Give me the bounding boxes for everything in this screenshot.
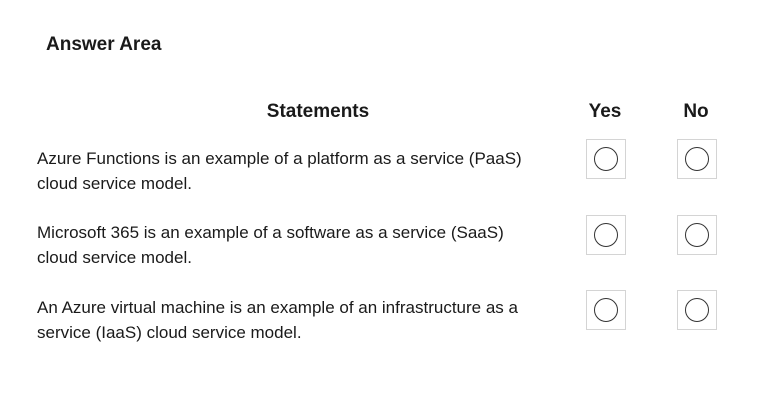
yes-column-header: Yes (588, 101, 622, 122)
statement-3-yes-option[interactable] (586, 290, 626, 330)
no-column-header: No (683, 101, 709, 122)
statement-3-no-option[interactable] (677, 290, 717, 330)
statement-2-no-option[interactable] (677, 215, 717, 255)
statement-1-line-1: Azure Functions is an example of a platf… (37, 149, 522, 168)
statement-1: Azure Functions is an example of a platf… (37, 146, 582, 196)
radio-button-icon (594, 147, 618, 171)
radio-button-icon (685, 298, 709, 322)
statement-1-yes-option[interactable] (586, 139, 626, 179)
statement-2-line-2: cloud service model. (37, 248, 192, 267)
radio-button-icon (594, 223, 618, 247)
statement-3: An Azure virtual machine is an example o… (37, 295, 582, 345)
statement-2-yes-option[interactable] (586, 215, 626, 255)
statement-3-line-2: service (IaaS) cloud service model. (37, 323, 302, 342)
radio-button-icon (685, 147, 709, 171)
statement-1-no-option[interactable] (677, 139, 717, 179)
statement-1-line-2: cloud service model. (37, 174, 192, 193)
statements-column-header: Statements (266, 101, 370, 122)
statement-3-line-1: An Azure virtual machine is an example o… (37, 298, 518, 317)
radio-button-icon (594, 298, 618, 322)
statement-2: Microsoft 365 is an example of a softwar… (37, 220, 582, 270)
statement-2-line-1: Microsoft 365 is an example of a softwar… (37, 223, 504, 242)
radio-button-icon (685, 223, 709, 247)
answer-area-title: Answer Area (46, 34, 162, 55)
